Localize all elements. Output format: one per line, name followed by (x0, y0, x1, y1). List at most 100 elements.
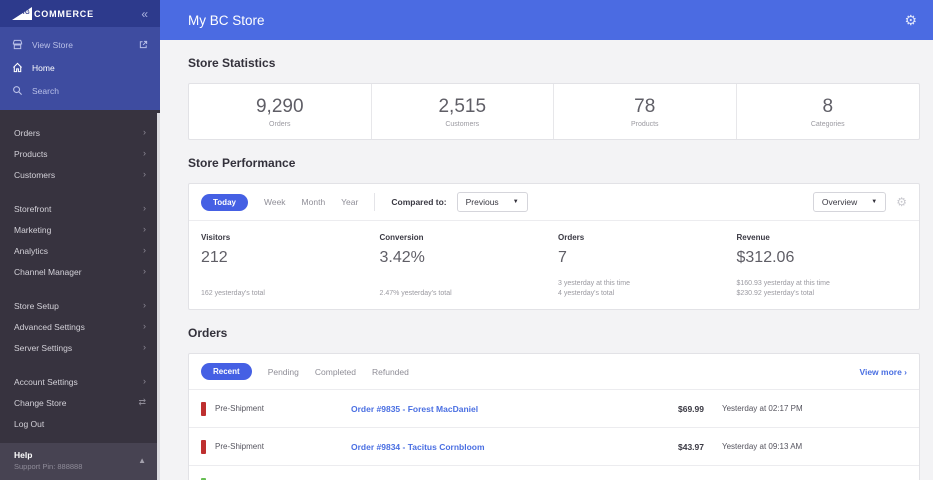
sidebar-nav-group: Store Setup › Advanced Settings › Server S… (0, 291, 160, 367)
sidebar-item-label: Orders (14, 127, 40, 138)
sidebar-item-label: Store Setup (14, 300, 59, 311)
chevron-right-icon: › (143, 300, 146, 310)
stat-value: 78 (634, 95, 656, 117)
chevron-up-icon: ▲ (138, 456, 146, 465)
metric-revenue: Revenue $312.06 $160.93 yesterday at thi… (737, 233, 916, 299)
sidebar-nav-group: Account Settings › Change Store ⇄ Log Out (0, 367, 160, 443)
tab-month[interactable]: Month (302, 197, 326, 207)
sidebar-item-marketing[interactable]: Marketing › (0, 219, 160, 240)
tab-year[interactable]: Year (341, 197, 358, 207)
dashboard-content: Store Statistics 9,290 Orders 2,515 Cust… (160, 40, 933, 480)
metric-label: Conversion (379, 233, 424, 242)
sidebar-item-label: Server Settings (14, 342, 73, 353)
sidebar-item-label: Advanced Settings (14, 321, 85, 332)
stat-label: Customers (445, 120, 480, 128)
metric-orders: Orders 7 3 yesterday at this time 4 yest… (558, 233, 737, 299)
caret-down-icon: ▼ (512, 199, 519, 205)
sidebar-item-orders[interactable]: Orders › (0, 122, 160, 143)
tab-completed[interactable]: Completed (315, 367, 356, 377)
metric-label: Visitors (201, 233, 231, 242)
search-icon (13, 86, 23, 96)
order-link[interactable]: Order #9835 - Forest MacDaniel (351, 404, 616, 414)
metric-subline: 2.47% yesterday's total (379, 290, 452, 297)
sidebar-item-customers[interactable]: Customers › (0, 164, 160, 185)
sidebar-collapse-icon[interactable]: « (141, 8, 148, 20)
sidebar-item-label: Analytics (14, 245, 49, 256)
metric-conversion: Conversion 3.42% 2.47% yesterday's total (380, 233, 559, 299)
metric-label: Orders (558, 233, 585, 242)
overview-select[interactable]: Overview ▼ (812, 192, 887, 212)
toolbar-divider (374, 193, 376, 211)
store-statistics-heading: Store Statistics (188, 56, 276, 70)
order-date: Yesterday at 02:17 PM (722, 404, 803, 413)
sidebar-item-home[interactable]: Home (0, 56, 160, 79)
sidebar-logo-bar: BIG COMMERCE « (0, 0, 160, 27)
sidebar-item-label: Channel Manager (14, 266, 82, 277)
sidebar-item-account-settings[interactable]: Account Settings › (0, 371, 160, 392)
sidebar-item-channel-manager[interactable]: Channel Manager › (0, 261, 160, 282)
sidebar-item-label: Log Out (14, 418, 45, 429)
bigcommerce-logo-mark: BIG (12, 7, 32, 20)
stat-orders: 9,290 Orders (189, 84, 372, 139)
swap-arrows-icon: ⇄ (138, 397, 146, 407)
metric-visitors: Visitors 212 162 yesterday's total (201, 233, 380, 299)
view-more-link[interactable]: View more › (859, 367, 907, 377)
main-area: My BC Store ⚙ Store Statistics 9,290 Ord… (160, 0, 933, 480)
chevron-right-icon: › (143, 376, 146, 386)
compared-to-value: Previous (465, 197, 499, 207)
sidebar-item-label: View Store (32, 39, 73, 50)
sidebar-item-products[interactable]: Products › (0, 143, 160, 164)
chevron-right-icon: › (143, 342, 146, 352)
sidebar-nav-group: Orders › Products › Customers › (0, 118, 160, 194)
tab-today[interactable]: Today (201, 193, 248, 211)
sidebar-help[interactable]: Help Support Pin: 888888 ▲ (0, 443, 160, 480)
caret-down-icon: ▼ (871, 199, 878, 205)
sidebar: BIG COMMERCE « View Store Home Search Or (0, 0, 160, 480)
compared-to-select[interactable]: Previous ▼ (456, 192, 528, 212)
performance-metrics: Visitors 212 162 yesterday's total Conve… (189, 221, 919, 309)
performance-gear-icon[interactable]: ⚙ (896, 196, 907, 208)
sidebar-nav: Orders › Products › Customers › Storefront ›… (0, 110, 160, 443)
tab-week[interactable]: Week (264, 197, 286, 207)
order-row[interactable]: Pre-Shipment Order #9835 - Forest MacDan… (189, 390, 919, 428)
tab-refunded[interactable]: Refunded (372, 367, 409, 377)
metric-subline: $160.93 yesterday at this time (736, 280, 830, 287)
sidebar-item-search[interactable]: Search (0, 79, 160, 102)
metric-subline (201, 279, 380, 289)
sidebar-item-store-setup[interactable]: Store Setup › (0, 295, 160, 316)
sidebar-quick-menu: View Store Home Search (0, 27, 160, 110)
stat-products: 78 Products (554, 84, 737, 139)
stat-categories: 8 Categories (737, 84, 920, 139)
tab-pending[interactable]: Pending (268, 367, 299, 377)
order-row[interactable]: Pre-Shipment Order #9834 - Tacitus Cornb… (189, 428, 919, 466)
compared-to-label: Compared to: (391, 197, 447, 207)
store-performance-panel: Today Week Month Year Compared to: Previ… (188, 183, 920, 310)
top-header: My BC Store ⚙ (160, 0, 933, 40)
order-link[interactable]: Order #9834 - Tacitus Cornbloom (351, 442, 616, 452)
chevron-right-icon: › (143, 321, 146, 331)
metric-subline: 4 yesterday's total (558, 290, 615, 297)
stat-label: Categories (810, 120, 845, 128)
chevron-right-icon: › (143, 266, 146, 276)
tab-recent[interactable]: Recent (201, 363, 252, 380)
sidebar-item-view-store[interactable]: View Store (0, 33, 160, 56)
sidebar-item-advanced-settings[interactable]: Advanced Settings › (0, 316, 160, 337)
order-row[interactable]: Completed Order #9833 - Robert Robertson… (189, 466, 919, 480)
metric-value: $312.06 (736, 249, 795, 266)
sidebar-item-storefront[interactable]: Storefront › (0, 198, 160, 219)
metric-value: 212 (201, 249, 228, 266)
order-amount: $43.97 (678, 441, 704, 452)
sidebar-item-log-out[interactable]: Log Out (0, 413, 160, 434)
sidebar-item-analytics[interactable]: Analytics › (0, 240, 160, 261)
chevron-right-icon: › (143, 169, 146, 179)
settings-gear-icon[interactable]: ⚙ (904, 13, 917, 27)
help-text-block: Help Support Pin: 888888 (14, 450, 82, 471)
sidebar-item-label: Customers (14, 169, 56, 180)
store-performance-heading: Store Performance (188, 156, 296, 170)
metric-subline: 162 yesterday's total (201, 290, 265, 297)
order-status-bar (201, 439, 206, 454)
sidebar-item-change-store[interactable]: Change Store ⇄ (0, 392, 160, 413)
sidebar-item-label: Home (32, 62, 55, 73)
sidebar-scrollbar[interactable] (157, 113, 160, 480)
sidebar-item-server-settings[interactable]: Server Settings › (0, 337, 160, 358)
